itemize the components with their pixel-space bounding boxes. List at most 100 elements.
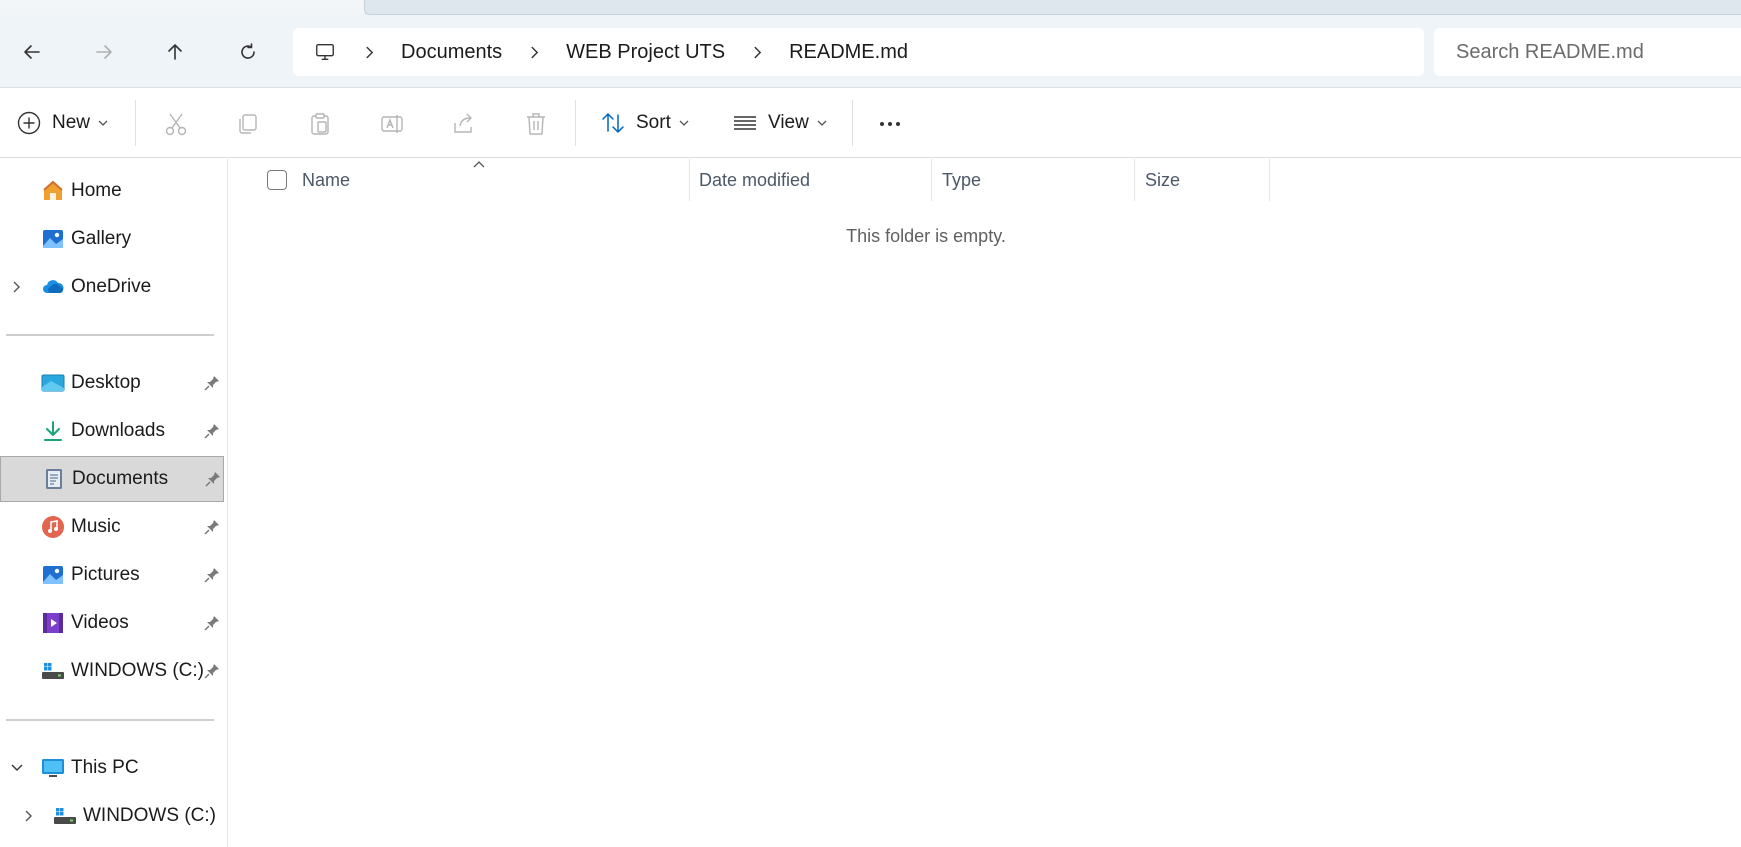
- sidebar-item-label: WINDOWS (C:): [71, 660, 204, 681]
- pin-icon[interactable]: [204, 470, 222, 488]
- forward-button[interactable]: [88, 36, 120, 68]
- view-label: View: [768, 112, 809, 133]
- sidebar-item-onedrive[interactable]: OneDrive: [0, 264, 224, 310]
- tab-bar-background: [364, 0, 1741, 15]
- chevron-down-icon: [679, 120, 689, 126]
- column-header-type[interactable]: Type: [942, 159, 1132, 201]
- plus-circle-icon: [17, 111, 41, 135]
- chevron-right-icon[interactable]: [365, 46, 375, 59]
- breadcrumb-web-project-uts[interactable]: WEB Project UTS: [566, 41, 725, 64]
- pin-icon[interactable]: [203, 566, 221, 584]
- refresh-icon: [241, 43, 255, 59]
- sidebar-item-home[interactable]: Home: [0, 168, 224, 214]
- download-icon: [41, 419, 65, 443]
- delete-button[interactable]: [522, 110, 550, 138]
- copy-icon: [239, 114, 257, 134]
- column-header-label: Name: [302, 169, 351, 190]
- sidebar-item-videos[interactable]: Videos: [0, 600, 224, 646]
- copy-button[interactable]: [234, 110, 262, 138]
- arrow-up-icon: [168, 44, 182, 60]
- up-button[interactable]: [159, 36, 191, 68]
- gallery-icon: [41, 227, 65, 251]
- cut-button[interactable]: [162, 110, 190, 138]
- pin-icon[interactable]: [203, 662, 221, 680]
- new-label: New: [52, 112, 91, 133]
- sidebar-item-this-pc-windows-c[interactable]: WINDOWS (C:): [0, 793, 224, 839]
- sidebar-item-downloads[interactable]: Downloads: [0, 408, 224, 454]
- column-divider[interactable]: [1134, 159, 1135, 201]
- view-button[interactable]: View: [732, 102, 827, 144]
- sidebar-item-windows-c[interactable]: WINDOWS (C:): [0, 648, 224, 694]
- column-header-label: Date modified: [699, 169, 811, 190]
- pin-icon[interactable]: [203, 374, 221, 392]
- home-icon: [41, 179, 65, 203]
- column-header-name[interactable]: Name: [302, 159, 619, 201]
- paste-button[interactable]: [306, 110, 334, 138]
- column-divider[interactable]: [931, 159, 932, 201]
- refresh-button[interactable]: [232, 36, 264, 68]
- select-all-checkbox[interactable]: [267, 170, 287, 190]
- toolbar-divider: [135, 100, 136, 146]
- column-header-date-modified[interactable]: Date modified: [699, 159, 929, 201]
- chevron-down-icon: [98, 120, 108, 126]
- chevron-right-icon[interactable]: [22, 809, 36, 823]
- pictures-icon: [41, 563, 65, 587]
- sidebar-divider: [6, 334, 214, 336]
- sidebar-item-label: Gallery: [71, 228, 132, 249]
- search-box[interactable]: [1434, 28, 1741, 76]
- chevron-right-icon[interactable]: [530, 46, 540, 59]
- column-divider[interactable]: [689, 159, 690, 201]
- file-list-pane[interactable]: Name Date modified Type Size This folder…: [229, 159, 1741, 847]
- active-tab[interactable]: [0, 0, 364, 15]
- breadcrumb-readme[interactable]: README.md: [789, 41, 908, 64]
- new-button[interactable]: New: [16, 102, 108, 144]
- sidebar-item-label: Music: [71, 516, 121, 537]
- pin-icon[interactable]: [203, 518, 221, 536]
- sidebar-item-label: Pictures: [71, 564, 140, 585]
- share-button[interactable]: [450, 110, 478, 138]
- documents-icon: [42, 467, 66, 491]
- this-pc-icon[interactable]: [313, 40, 337, 64]
- arrow-left-icon: [24, 45, 40, 59]
- more-options-button[interactable]: [876, 110, 904, 138]
- rename-button[interactable]: [378, 110, 406, 138]
- view-list-icon: [734, 116, 756, 130]
- trash-icon: [527, 113, 545, 135]
- sidebar-item-this-pc[interactable]: This PC: [0, 745, 224, 791]
- sidebar-item-desktop[interactable]: Desktop: [0, 360, 224, 406]
- chevron-down-icon: [817, 120, 827, 126]
- sidebar-item-documents[interactable]: Documents: [0, 456, 224, 502]
- sidebar-divider: [6, 719, 214, 721]
- computer-icon: [41, 756, 65, 780]
- pin-icon[interactable]: [203, 614, 221, 632]
- breadcrumb-documents[interactable]: Documents: [401, 41, 502, 64]
- chevron-down-icon[interactable]: [10, 761, 24, 775]
- sidebar-item-label: WINDOWS (C:): [83, 805, 216, 826]
- cloud-icon: [41, 275, 65, 299]
- sidebar-item-label: Home: [71, 180, 122, 201]
- sidebar-item-label: This PC: [71, 757, 139, 778]
- column-header-size[interactable]: Size: [1145, 159, 1265, 201]
- back-button[interactable]: [16, 36, 48, 68]
- search-input[interactable]: [1456, 40, 1741, 64]
- sort-button[interactable]: Sort: [600, 102, 689, 144]
- sidebar-item-label: OneDrive: [71, 276, 152, 297]
- drive-icon: [41, 659, 65, 683]
- sidebar-item-pictures[interactable]: Pictures: [0, 552, 224, 598]
- column-header-label: Size: [1145, 169, 1181, 190]
- column-header-label: Type: [942, 169, 982, 190]
- column-divider[interactable]: [1269, 159, 1270, 201]
- chevron-right-icon[interactable]: [753, 46, 763, 59]
- arrow-right-icon: [96, 45, 112, 59]
- chevron-right-icon[interactable]: [10, 280, 24, 294]
- sidebar-item-label: Videos: [71, 612, 129, 633]
- sidebar-item-label: Desktop: [71, 372, 141, 393]
- toolbar-divider: [852, 100, 853, 146]
- sidebar-item-music[interactable]: Music: [0, 504, 224, 550]
- address-bar[interactable]: Documents WEB Project UTS README.md: [293, 28, 1424, 76]
- sidebar-item-gallery[interactable]: Gallery: [0, 216, 224, 262]
- ellipsis-icon: [880, 122, 900, 126]
- clipboard-icon: [311, 113, 329, 135]
- toolbar-divider: [575, 100, 576, 146]
- pin-icon[interactable]: [203, 422, 221, 440]
